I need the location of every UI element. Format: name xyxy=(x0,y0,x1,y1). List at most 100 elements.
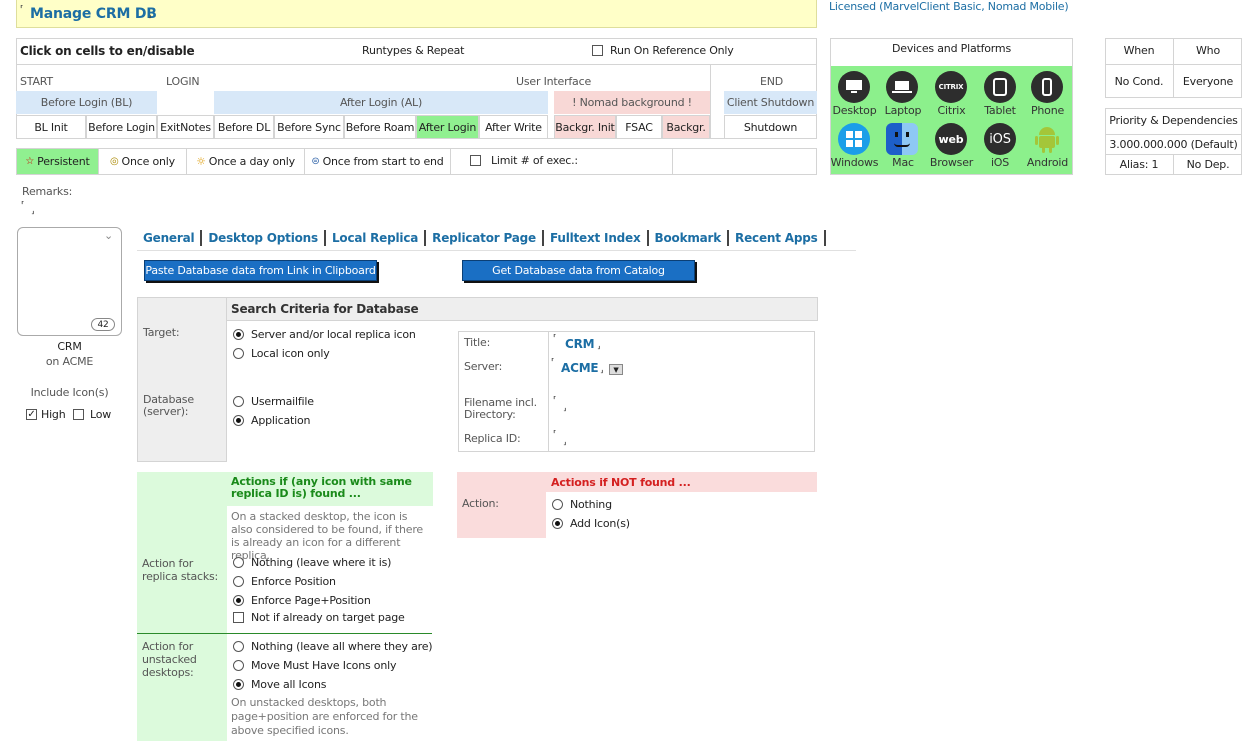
opt-nothing-all[interactable]: Nothing (leave all where they are) xyxy=(233,640,433,653)
tab-recent-apps[interactable]: Recent Apps xyxy=(735,231,818,245)
cell-exitnotes[interactable]: ExitNotes xyxy=(157,115,214,139)
limit-checkbox[interactable] xyxy=(470,155,481,166)
android-icon[interactable] xyxy=(1031,123,1063,155)
android-label: Android xyxy=(1026,156,1069,169)
cell-backgr[interactable]: Backgr. xyxy=(662,115,710,139)
low-checkbox[interactable] xyxy=(73,409,84,420)
usermailfile-radio[interactable] xyxy=(233,396,244,407)
cell-shutdown[interactable]: Shutdown xyxy=(724,115,817,139)
cell-fsac[interactable]: FSAC xyxy=(616,115,662,139)
tab-general[interactable]: General xyxy=(143,231,195,245)
opt-nothing-leave[interactable]: Nothing (leave where it is) xyxy=(233,556,391,569)
move-all-radio[interactable] xyxy=(233,679,244,690)
repeat-limit[interactable]: Limit # of exec.: xyxy=(470,154,578,167)
application-radio[interactable] xyxy=(233,415,244,426)
repeat-once-only-label: Once only xyxy=(121,155,176,168)
phone-icon[interactable] xyxy=(1031,71,1063,103)
opt-move-must-have[interactable]: Move Must Have Icons only xyxy=(233,659,396,672)
opt-nothing[interactable]: Nothing xyxy=(552,498,612,511)
include-high[interactable]: ✓ High xyxy=(26,408,66,421)
server-label: Server: xyxy=(464,360,503,373)
cell-before-sync[interactable]: Before Sync xyxy=(274,115,344,139)
repeat-persistent[interactable]: ☆ Persistent xyxy=(17,149,98,174)
opt-application[interactable]: Application xyxy=(233,414,310,427)
when-value[interactable]: No Cond. xyxy=(1105,75,1173,88)
tab-desktop-options[interactable]: Desktop Options xyxy=(208,231,318,245)
chevron-down-icon[interactable]: ⌄ xyxy=(104,229,113,242)
tab-bookmark[interactable]: Bookmark xyxy=(655,231,722,245)
nothing-all-radio[interactable] xyxy=(233,641,244,652)
group-before-login[interactable]: Before Login (BL) xyxy=(16,91,157,114)
cell-bl-init[interactable]: BL Init xyxy=(16,115,86,139)
tab-separator xyxy=(646,230,649,246)
repeat-once-a-day[interactable]: ☼ Once a day only xyxy=(186,149,304,174)
tab-replicator-page[interactable]: Replicator Page xyxy=(432,231,536,245)
opt-move-all[interactable]: Move all Icons xyxy=(233,678,326,691)
cycle-icon: ⊜ xyxy=(311,156,320,167)
repeat-once-start-end[interactable]: ⊜ Once from start to end xyxy=(304,149,450,174)
web-badge: web xyxy=(935,123,967,155)
include-low[interactable]: Low xyxy=(73,408,111,421)
add-icons-radio[interactable] xyxy=(552,518,563,529)
tab-fulltext-index[interactable]: Fulltext Index xyxy=(550,231,641,245)
repeat-once-only[interactable]: ◎ Once only xyxy=(98,149,186,174)
text-marker-close: ⸥ xyxy=(597,341,601,351)
laptop-icon[interactable] xyxy=(886,71,918,103)
opt-enforce-position[interactable]: Enforce Position xyxy=(233,575,336,588)
cell-before-roam[interactable]: Before Roam xyxy=(344,115,416,139)
not-if-on-page-checkbox[interactable] xyxy=(233,612,244,623)
local-only-label: Local icon only xyxy=(251,347,330,360)
who-value[interactable]: Everyone xyxy=(1174,75,1242,88)
high-checkbox[interactable]: ✓ xyxy=(26,409,37,420)
nothing-radio[interactable] xyxy=(552,499,563,510)
group-after-login[interactable]: After Login (AL) xyxy=(214,91,548,114)
desktop-icon[interactable] xyxy=(838,71,870,103)
server-value[interactable]: ACME xyxy=(561,361,599,375)
cell-before-dl[interactable]: Before DL xyxy=(214,115,274,139)
page-title[interactable]: Manage CRM DB xyxy=(30,6,157,22)
when-label: When xyxy=(1123,44,1155,57)
dependencies-value[interactable]: No Dep. xyxy=(1174,158,1242,171)
opt-local-only[interactable]: Local icon only xyxy=(233,347,330,360)
tab-local-replica[interactable]: Local Replica xyxy=(332,231,418,245)
text-marker-close[interactable]: ⸥ xyxy=(563,403,567,413)
citrix-icon[interactable]: CITRIX xyxy=(935,71,967,103)
cell-after-write[interactable]: After Write xyxy=(479,115,548,139)
run-on-reference[interactable]: Run On Reference Only xyxy=(592,44,734,57)
ios-icon[interactable]: iOS xyxy=(984,123,1016,155)
enforce-page-position-radio[interactable] xyxy=(233,595,244,606)
title-value[interactable]: CRM xyxy=(565,337,595,351)
mac-icon[interactable] xyxy=(886,123,918,155)
server-dropdown-icon[interactable]: ▼ xyxy=(609,364,623,375)
enforce-position-radio[interactable] xyxy=(233,576,244,587)
alias-value[interactable]: Alias: 1 xyxy=(1105,158,1173,171)
windows-icon[interactable] xyxy=(838,123,870,155)
high-label: High xyxy=(41,408,66,421)
license-link[interactable]: Licensed (MarvelClient Basic, Nomad Mobi… xyxy=(829,0,1069,13)
move-must-have-radio[interactable] xyxy=(233,660,244,671)
group-nomad-bg[interactable]: ! Nomad background ! xyxy=(554,91,710,114)
found-label-column xyxy=(137,472,227,741)
limit-label: Limit # of exec.: xyxy=(491,154,578,167)
opt-enforce-page-position[interactable]: Enforce Page+Position xyxy=(233,594,371,607)
nothing-leave-radio[interactable] xyxy=(233,557,244,568)
opt-usermailfile[interactable]: Usermailfile xyxy=(233,395,314,408)
text-marker-close[interactable]: ⸥ xyxy=(31,206,35,216)
opt-not-if-on-page[interactable]: Not if already on target page xyxy=(233,611,405,624)
sun-icon: ☼ xyxy=(196,155,206,168)
browser-icon[interactable]: web xyxy=(935,123,967,155)
cell-before-login[interactable]: Before Login xyxy=(86,115,157,139)
cell-backgr-init[interactable]: Backgr. Init xyxy=(554,115,616,139)
priority-value[interactable]: 3.000.000.000 (Default) xyxy=(1105,138,1242,151)
text-marker-close[interactable]: ⸥ xyxy=(563,437,567,447)
cell-after-login[interactable]: After Login xyxy=(416,115,479,139)
opt-server-local[interactable]: Server and/or local replica icon xyxy=(233,328,416,341)
tablet-icon[interactable] xyxy=(984,71,1016,103)
get-from-catalog-button[interactable]: Get Database data from Catalog xyxy=(462,260,695,281)
opt-add-icons[interactable]: Add Icon(s) xyxy=(552,517,630,530)
run-on-reference-checkbox[interactable] xyxy=(592,45,603,56)
local-only-radio[interactable] xyxy=(233,348,244,359)
server-local-radio[interactable] xyxy=(233,329,244,340)
group-client-shutdown[interactable]: Client Shutdown xyxy=(724,91,817,114)
paste-from-clipboard-button[interactable]: Paste Database data from Link in Clipboa… xyxy=(144,260,377,281)
